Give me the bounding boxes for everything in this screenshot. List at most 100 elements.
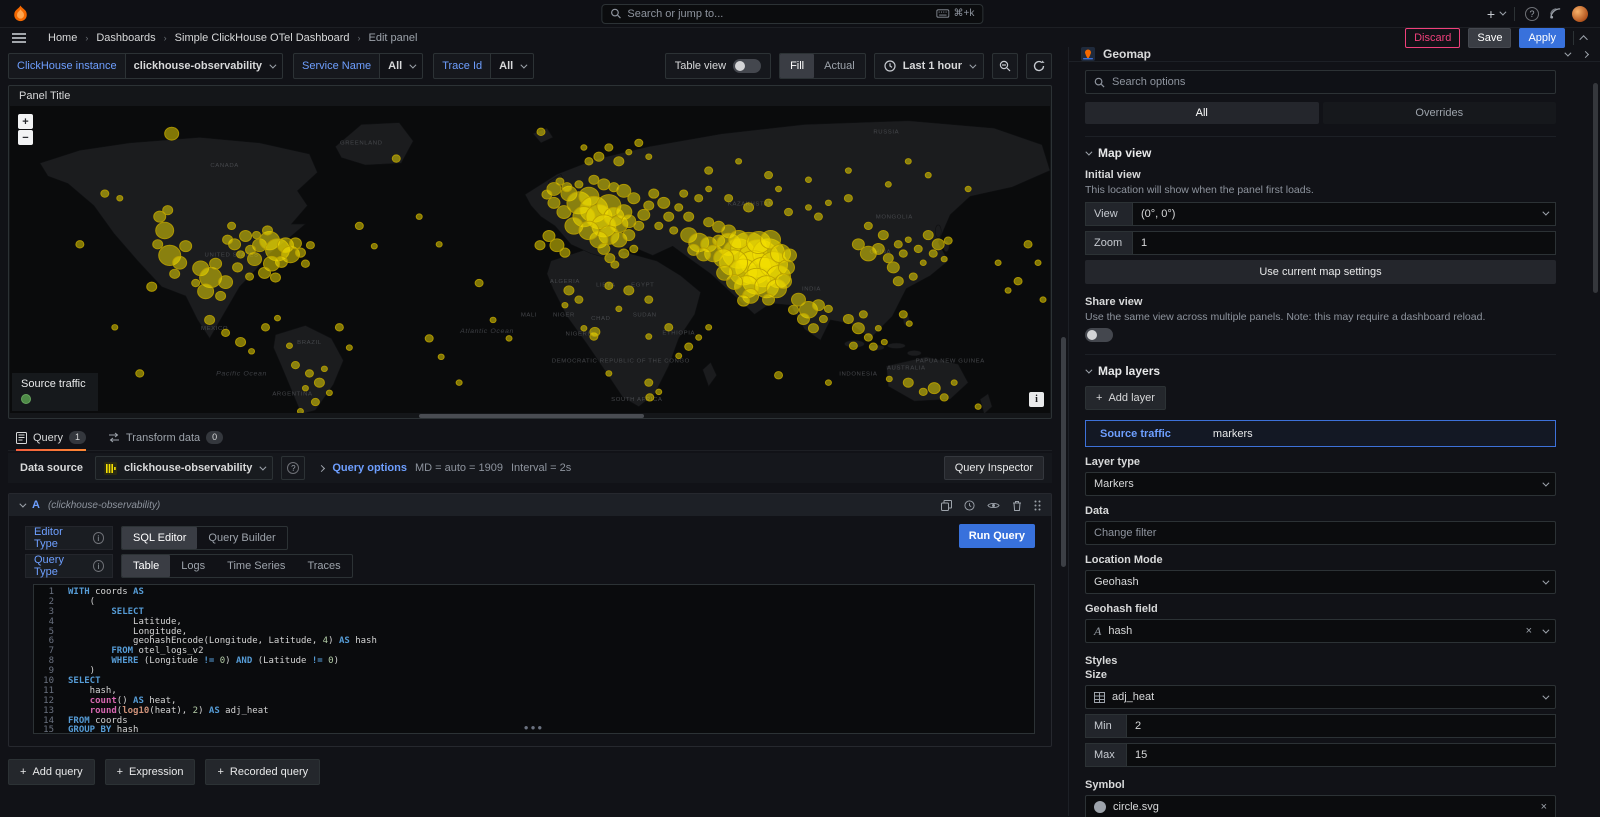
sidebar-scrollbar[interactable] — [1593, 83, 1598, 293]
map-horizontal-scrollbar[interactable] — [419, 414, 644, 418]
datasource-help-button[interactable]: ? — [281, 456, 305, 480]
save-button[interactable]: Save — [1468, 28, 1511, 48]
query-type-timeseries[interactable]: Time Series — [216, 555, 296, 577]
query-type-logs[interactable]: Logs — [170, 555, 216, 577]
view-select[interactable]: (0°, 0°) — [1133, 202, 1556, 226]
vertical-scrollbar[interactable] — [1060, 47, 1068, 816]
help-circle-icon[interactable]: i — [93, 560, 104, 572]
clear-icon[interactable]: × — [1541, 801, 1547, 813]
layer-type-select[interactable]: Markers — [1085, 472, 1556, 496]
global-search-input[interactable]: Search or jump to... ⌘+k — [601, 4, 983, 24]
trash-icon[interactable] — [1012, 500, 1022, 511]
drag-handle-icon[interactable] — [1034, 500, 1041, 511]
table-view-toggle[interactable]: Table view — [665, 53, 771, 79]
map-zoom-in-button[interactable]: + — [18, 114, 33, 129]
layer-row[interactable]: Source traffic markers — [1085, 420, 1556, 447]
time-range-picker[interactable]: Last 1 hour — [874, 53, 984, 79]
breadcrumb-dashboards[interactable]: Dashboards — [96, 32, 155, 44]
table-view-switch[interactable] — [733, 59, 761, 73]
query-count-badge: 1 — [69, 431, 86, 444]
options-search-input[interactable]: Search options — [1085, 70, 1556, 94]
query-options-chevron[interactable] — [318, 464, 325, 471]
layer-name[interactable]: Source traffic — [1100, 428, 1171, 440]
recorded-query-button[interactable]: +Recorded query — [205, 759, 320, 785]
panel-type-dropdown-icon[interactable] — [1564, 49, 1571, 56]
run-query-button[interactable]: Run Query — [959, 524, 1035, 548]
tab-all[interactable]: All — [1085, 102, 1319, 124]
variable-value: All — [499, 60, 513, 72]
code-line[interactable]: 1WITH coords AS — [34, 588, 1034, 598]
clear-icon[interactable]: × — [1526, 625, 1532, 637]
svg-text:CHAD: CHAD — [591, 316, 610, 322]
add-query-button[interactable]: +Add query — [8, 759, 95, 785]
code-line[interactable]: 13 round(log10(heat), 2) AS adj_heat — [34, 707, 1034, 717]
breadcrumb-dashboard-name[interactable]: Simple ClickHouse OTel Dashboard — [175, 32, 350, 44]
section-map-view[interactable]: Map view — [1085, 136, 1556, 160]
map-attribution-button[interactable]: i — [1029, 392, 1044, 407]
code-line[interactable]: 8 WHERE (Longitude != 0) AND (Latitude !… — [34, 657, 1034, 667]
symbol-select[interactable]: circle.svg × — [1085, 795, 1556, 817]
help-circle-icon[interactable]: i — [93, 532, 104, 544]
location-mode-select[interactable]: Geohash — [1085, 570, 1556, 594]
geomap-canvas[interactable]: RUSSIACANADAUNITED STATESMEXICOBRAZILARG… — [10, 106, 1050, 413]
section-map-layers[interactable]: Map layers — [1085, 354, 1556, 378]
apply-button[interactable]: Apply — [1519, 28, 1565, 48]
collapse-query-icon[interactable] — [19, 500, 26, 507]
add-layer-button[interactable]: +Add layer — [1085, 386, 1166, 410]
code-line[interactable]: 2 ( — [34, 598, 1034, 608]
editor-resize-handle[interactable]: ●●● — [524, 723, 545, 732]
query-type-traces[interactable]: Traces — [296, 555, 351, 577]
fill-option[interactable]: Fill — [780, 54, 814, 78]
geohash-field-select[interactable]: A hash × — [1085, 619, 1556, 643]
sql-editor-option[interactable]: SQL Editor — [122, 527, 197, 549]
menu-icon[interactable] — [12, 33, 26, 43]
sql-code-editor[interactable]: 1WITH coords AS2 (3 SELECT4 Latitude,5 L… — [33, 584, 1035, 734]
help-icon[interactable]: ? — [1525, 7, 1539, 21]
share-view-switch[interactable] — [1085, 328, 1113, 342]
code-line[interactable]: 3 SELECT — [34, 608, 1034, 618]
eye-icon[interactable] — [987, 501, 1000, 510]
query-inspector-button[interactable]: Query Inspector — [944, 456, 1044, 480]
query-type-segment: Table Logs Time Series Traces — [121, 554, 353, 578]
new-menu-button[interactable]: + — [1487, 6, 1504, 22]
variable-trace-id[interactable]: Trace Id All — [433, 53, 534, 79]
collapse-header-icon[interactable] — [1579, 35, 1587, 43]
min-input[interactable]: 2 — [1127, 714, 1556, 738]
tab-transform-data[interactable]: Transform data 0 — [108, 425, 223, 450]
duplicate-icon[interactable] — [941, 500, 952, 511]
collapse-sidebar-icon[interactable] — [1582, 50, 1589, 57]
max-input[interactable]: 15 — [1127, 743, 1556, 767]
zoom-out-time-button[interactable] — [992, 53, 1018, 79]
svg-text:RUSSIA: RUSSIA — [873, 130, 899, 136]
breadcrumb-home[interactable]: Home — [48, 32, 77, 44]
query-builder-option[interactable]: Query Builder — [197, 527, 286, 549]
tab-query[interactable]: Query 1 — [16, 425, 86, 450]
query-options-link[interactable]: Query options — [332, 462, 407, 474]
actual-option[interactable]: Actual — [814, 54, 865, 78]
data-filter-select[interactable]: Change filter — [1085, 521, 1556, 545]
expression-button[interactable]: +Expression — [105, 759, 196, 785]
code-line[interactable]: 9 ) — [34, 667, 1034, 677]
query-type-table[interactable]: Table — [122, 555, 170, 577]
avatar[interactable] — [1572, 6, 1588, 22]
variable-clickhouse-instance[interactable]: ClickHouse instance clickhouse-observabi… — [8, 53, 283, 79]
query-row-header[interactable]: A (clickhouse-observability) — [9, 494, 1051, 516]
refresh-button[interactable] — [1026, 53, 1052, 79]
discard-button[interactable]: Discard — [1405, 28, 1460, 48]
variable-service-name[interactable]: Service Name All — [293, 53, 423, 79]
zoom-input[interactable]: 1 — [1133, 231, 1556, 255]
size-field-select[interactable]: adj_heat — [1085, 685, 1556, 709]
history-icon[interactable] — [964, 500, 975, 511]
plus-icon: + — [20, 766, 26, 778]
datasource-picker[interactable]: clickhouse-observability — [95, 456, 273, 480]
grafana-logo[interactable] — [12, 5, 29, 22]
code-line[interactable]: 11 hash, — [34, 687, 1034, 697]
tab-overrides[interactable]: Overrides — [1323, 102, 1557, 124]
code-line[interactable]: 10SELECT — [34, 677, 1034, 687]
search-placeholder: Search or jump to... — [627, 8, 723, 20]
news-icon[interactable] — [1549, 7, 1562, 20]
plus-icon: + — [217, 766, 223, 778]
panel-header[interactable]: Panel Title — [9, 86, 1051, 106]
use-current-map-settings-button[interactable]: Use current map settings — [1085, 260, 1556, 284]
map-zoom-out-button[interactable]: − — [18, 130, 33, 145]
